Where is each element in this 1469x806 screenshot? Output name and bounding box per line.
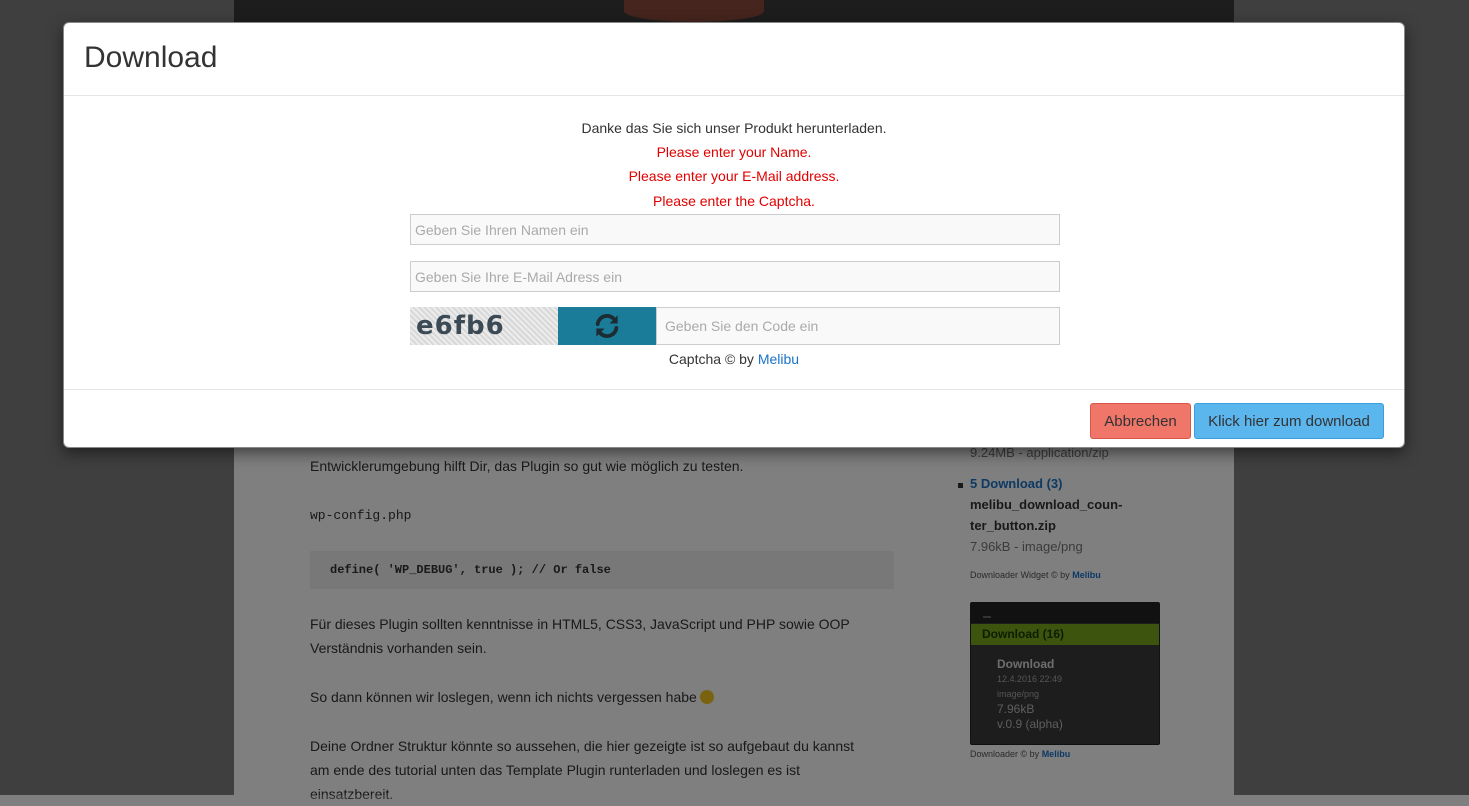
captcha-image: e6fb6 bbox=[410, 307, 558, 345]
error-captcha: Please enter the Captcha. bbox=[653, 193, 815, 209]
error-name: Please enter your Name. bbox=[656, 144, 812, 160]
credit-link[interactable]: Melibu bbox=[758, 351, 799, 367]
email-input[interactable] bbox=[410, 261, 1060, 292]
error-email: Please enter your E-Mail address. bbox=[628, 168, 840, 184]
modal-title: Download bbox=[84, 41, 218, 74]
cancel-button[interactable]: Abbrechen bbox=[1090, 403, 1191, 439]
modal-header: Download bbox=[64, 23, 1404, 96]
modal-footer: Abbrechen Klick hier zum download bbox=[64, 389, 1404, 448]
download-modal: Download Danke das Sie sich unser Produk… bbox=[63, 22, 1405, 448]
captcha-row: e6fb6 bbox=[410, 307, 1060, 345]
refresh-icon bbox=[595, 314, 619, 338]
captcha-refresh-button[interactable] bbox=[558, 307, 656, 345]
thanks-message: Danke das Sie sich unser Produkt herunte… bbox=[581, 120, 887, 136]
download-button[interactable]: Klick hier zum download bbox=[1194, 403, 1384, 439]
name-input[interactable] bbox=[410, 214, 1060, 245]
captcha-input[interactable] bbox=[656, 307, 1060, 345]
captcha-credit: Captcha © by Melibu bbox=[64, 351, 1404, 367]
credit-text: Captcha © by bbox=[668, 351, 754, 367]
